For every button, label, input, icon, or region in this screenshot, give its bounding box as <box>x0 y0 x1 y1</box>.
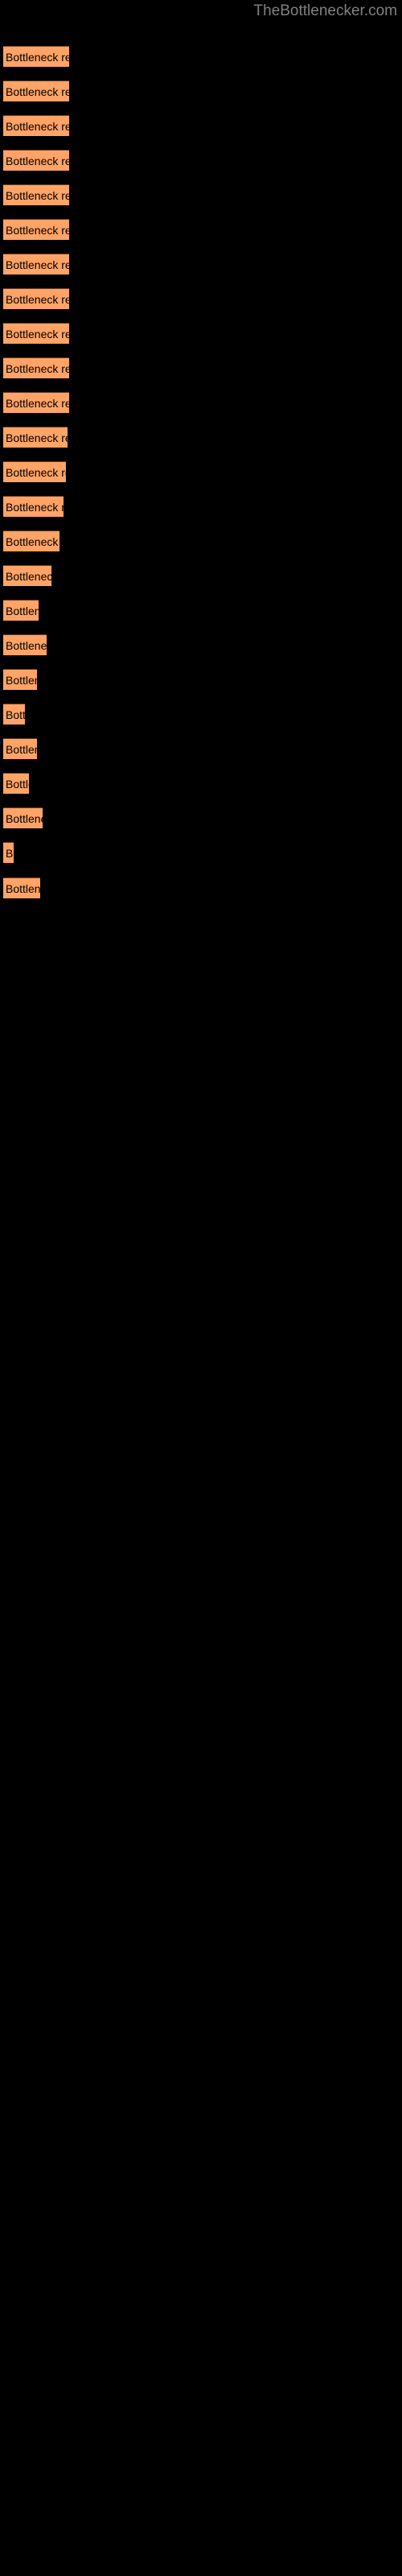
bar-row: Bottleneck result <box>3 357 69 379</box>
bar-label: Bottleneck result <box>6 812 43 825</box>
bar-label: Bottleneck result <box>6 431 68 444</box>
bar-row: Bottleneck result <box>3 807 43 829</box>
bottleneck-result-bar[interactable]: Bottleneck result <box>3 219 69 240</box>
bar-label: Bottleneck result <box>6 397 69 410</box>
bar-row: Bottleneck result <box>3 738 37 760</box>
bar-row: Bottleneck result <box>3 80 69 102</box>
bar-label: Bottleneck result <box>6 743 37 756</box>
bottleneck-result-bar[interactable]: Bottleneck result <box>3 704 25 724</box>
bar-row: Bottleneck result <box>3 877 40 899</box>
bar-row: Bottleneck result <box>3 115 69 137</box>
bar-row: Bottleneck result <box>3 600 39 621</box>
bar-label: Bottleneck result <box>6 674 37 687</box>
bar-row: Bottleneck result <box>3 254 69 275</box>
bar-label: Bottleneck result <box>6 605 39 617</box>
bar-label: Bottleneck result <box>6 882 40 895</box>
bottleneck-result-bar[interactable]: Bottleneck result <box>3 184 69 205</box>
bar-label: Bottleneck result <box>6 570 51 583</box>
bar-row: Bottleneck result <box>3 288 69 310</box>
bar-label: Bottleneck result <box>6 293 69 306</box>
bar-row: Bottleneck result <box>3 704 25 725</box>
bottleneck-result-bar[interactable]: Bottleneck result <box>3 877 40 898</box>
bottleneck-result-bar[interactable]: Bottleneck result <box>3 634 47 655</box>
bottleneck-result-bar[interactable]: Bottleneck result <box>3 288 69 309</box>
bottleneck-result-bar[interactable]: Bottleneck result <box>3 357 69 378</box>
bar-row: Bottleneck result <box>3 150 69 171</box>
bottleneck-result-bar[interactable]: Bottleneck result <box>3 807 43 828</box>
bar-label: Bottleneck result <box>6 224 69 237</box>
bottleneck-result-bar[interactable]: Bottleneck result <box>3 80 69 101</box>
bottleneck-result-bar[interactable]: Bottleneck result <box>3 773 29 794</box>
bar-row: Bottleneck result <box>3 46 69 68</box>
bar-row: Bottleneck result <box>3 565 51 587</box>
bar-row: Bottleneck result <box>3 219 69 241</box>
bar-label: Bottleneck result <box>6 535 59 548</box>
bottleneck-result-bar[interactable]: Bottleneck result <box>3 323 69 344</box>
bottleneck-result-bar[interactable]: Bottleneck result <box>3 738 37 759</box>
bar-row: Bottleneck result <box>3 323 69 345</box>
bar-label: Bottleneck result <box>6 362 69 375</box>
bar-label: Bottleneck result <box>6 639 47 652</box>
bottleneck-result-bar[interactable]: Bottleneck result <box>3 254 69 275</box>
bar-label: Bottleneck result <box>6 85 69 98</box>
bar-label: Bottleneck result <box>6 328 69 341</box>
bar-label: Bottleneck result <box>6 189 69 202</box>
bar-label: Bottleneck result <box>6 847 14 860</box>
bottleneck-result-bar[interactable]: Bottleneck result <box>3 150 69 171</box>
bar-row: Bottleneck result <box>3 530 59 552</box>
bar-row: Bottleneck result <box>3 842 14 864</box>
bar-label: Bottleneck result <box>6 258 69 271</box>
bar-row: Bottleneck result <box>3 392 69 414</box>
bottleneck-result-bar[interactable]: Bottleneck result <box>3 392 69 413</box>
bar-label: Bottleneck result <box>6 120 69 133</box>
bottleneck-bar-chart: Bottleneck result Bottleneck result Bottle… <box>0 0 402 2576</box>
bar-row: Bottleneck result <box>3 634 47 656</box>
bar-row: Bottleneck result <box>3 427 68 448</box>
bottleneck-result-bar[interactable]: Bottleneck result <box>3 842 14 863</box>
bottleneck-result-bar[interactable]: Bottleneck result <box>3 461 66 482</box>
bottleneck-result-bar[interactable]: Bottleneck result <box>3 565 51 586</box>
bottleneck-result-bar[interactable]: Bottleneck result <box>3 427 68 448</box>
bottleneck-result-bar[interactable]: Bottleneck result <box>3 115 69 136</box>
bar-label: Bottleneck result <box>6 155 69 167</box>
bar-row: Bottleneck result <box>3 461 66 483</box>
bottleneck-result-bar[interactable]: Bottleneck result <box>3 600 39 621</box>
bottleneck-result-bar[interactable]: Bottleneck result <box>3 530 59 551</box>
bar-label: Bottleneck result <box>6 778 29 791</box>
bottleneck-result-bar[interactable]: Bottleneck result <box>3 46 69 67</box>
bar-label: Bottleneck result <box>6 466 66 479</box>
bottleneck-result-bar[interactable]: Bottleneck result <box>3 669 37 690</box>
bar-row: Bottleneck result <box>3 773 29 795</box>
bar-row: Bottleneck result <box>3 184 69 206</box>
bottleneck-result-bar[interactable]: Bottleneck result <box>3 496 64 517</box>
bar-label: Bottleneck result <box>6 51 69 64</box>
bar-row: Bottleneck result <box>3 496 64 518</box>
bar-label: Bottleneck result <box>6 501 64 514</box>
bar-row: Bottleneck result <box>3 669 37 691</box>
bar-label: Bottleneck result <box>6 708 25 721</box>
